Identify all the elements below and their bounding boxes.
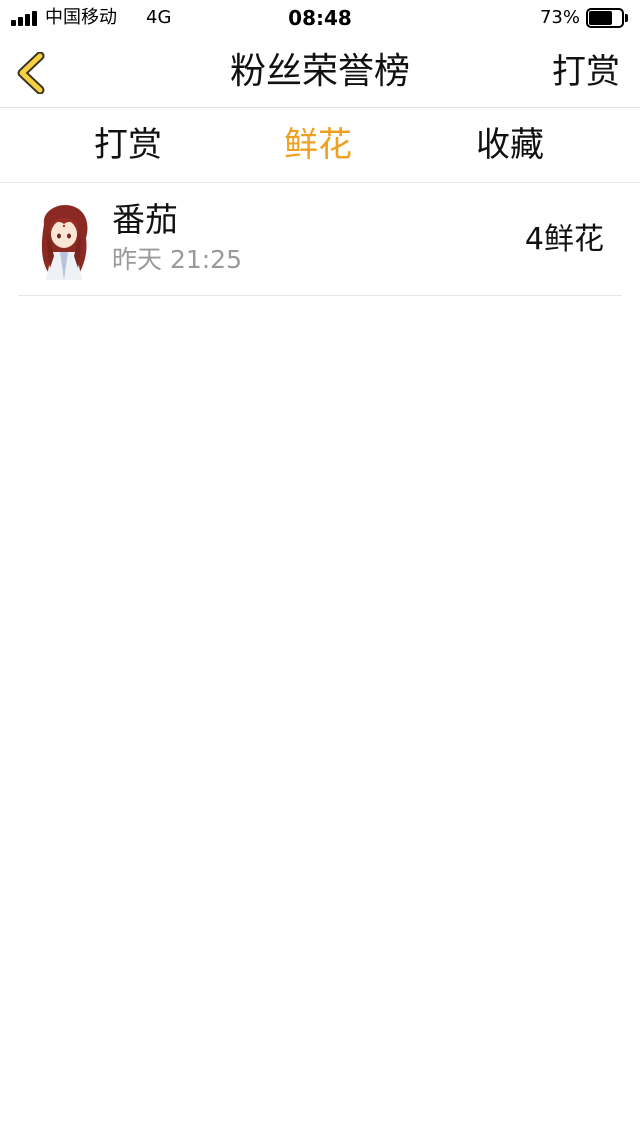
- avatar[interactable]: [30, 202, 100, 282]
- fan-time: 昨天 21:25: [112, 245, 242, 274]
- divider: [18, 295, 622, 296]
- tab-tips[interactable]: 打赏: [58, 121, 198, 169]
- avatar-icon: [41, 204, 88, 280]
- chevron-left-icon: [17, 52, 45, 94]
- tab-flowers[interactable]: 鲜花: [248, 121, 388, 169]
- back-button[interactable]: [8, 42, 60, 102]
- tip-button[interactable]: 打赏: [552, 50, 620, 94]
- battery-percent: 73%: [539, 7, 580, 28]
- list-item[interactable]: 番茄 昨天 21:25 4鲜花: [0, 184, 640, 296]
- battery-icon: [586, 8, 628, 28]
- fan-amount: 4鲜花: [524, 222, 604, 257]
- fan-list: 番茄 昨天 21:25 4鲜花: [0, 184, 640, 296]
- fan-name: 番茄: [112, 200, 178, 239]
- tab-favorites[interactable]: 收藏: [440, 121, 580, 169]
- nav-bar: 粉丝荣誉榜 打赏: [0, 36, 640, 108]
- tab-bar: 打赏 鲜花 收藏: [0, 109, 640, 183]
- status-bar: 中国移动 4G 08:48 73%: [0, 0, 640, 36]
- page-title: 粉丝荣誉榜: [229, 51, 410, 92]
